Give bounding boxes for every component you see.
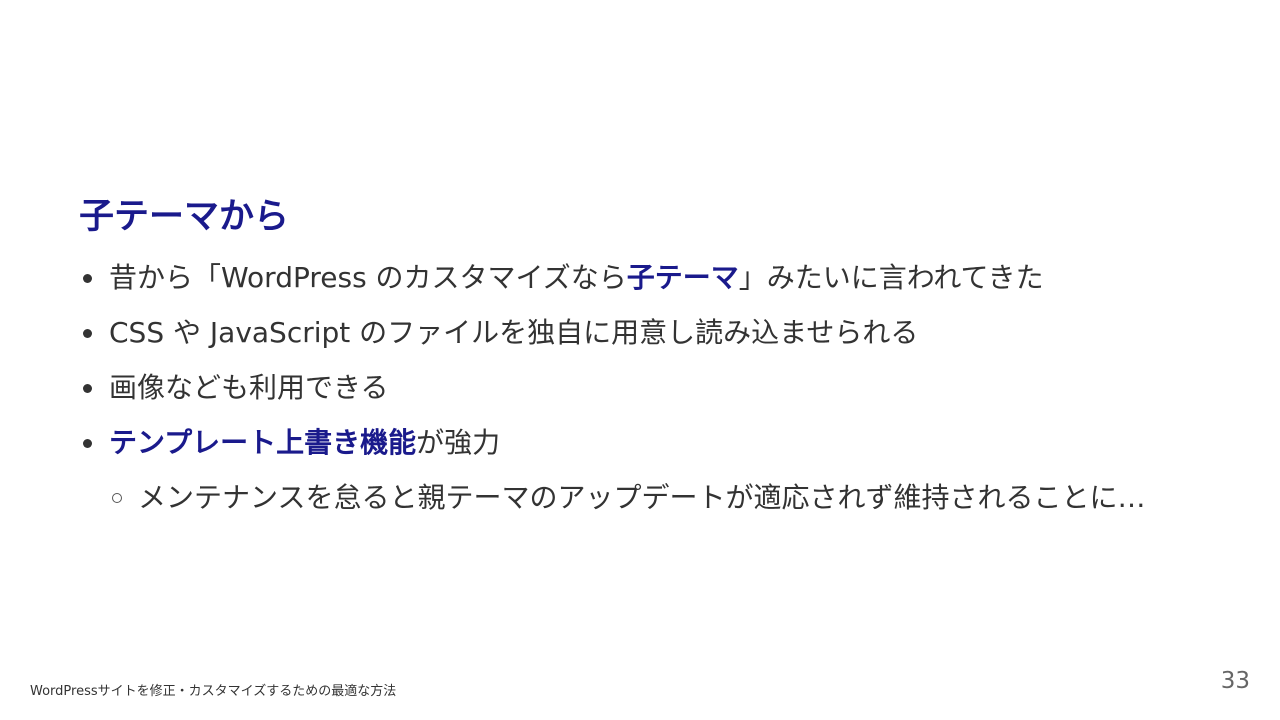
bullet-item-2: CSS や JavaScript のファイルを独自に用意し読み込ませられる [79, 305, 1145, 360]
highlight-text: 子テーマ [626, 261, 739, 294]
bullet-text: 昔から「WordPress のカスタマイズなら [109, 261, 627, 294]
bullet-text: 画像なども利用できる [109, 371, 389, 404]
bullet-text: CSS や JavaScript のファイルを独自に用意し読み込ませられる [109, 316, 919, 349]
bullet-text: 」みたいに言われてきた [738, 261, 1044, 294]
bullet-list: 昔から「WordPress のカスタマイズなら子テーマ」みたいに言われてきた C… [79, 250, 1145, 525]
sub-bullet-icon [112, 493, 122, 503]
bullet-icon [83, 329, 92, 338]
highlight-text: テンプレート上書き機能 [109, 426, 417, 459]
sub-bullet-text: メンテナンスを怠ると親テーマのアップデートが適応されず維持されることに… [138, 481, 1146, 514]
sub-bullet-item-1: メンテナンスを怠ると親テーマのアップデートが適応されず維持されることに… [79, 470, 1145, 525]
slide-heading: 子テーマから [79, 197, 290, 237]
footer-title: WordPressサイトを修正・カスタマイズするための最適な方法 [30, 684, 397, 699]
bullet-item-1: 昔から「WordPress のカスタマイズなら子テーマ」みたいに言われてきた [79, 250, 1145, 305]
bullet-icon [83, 274, 92, 283]
bullet-item-3: 画像なども利用できる [79, 360, 1145, 415]
bullet-icon [83, 384, 92, 393]
page-number: 33 [1220, 668, 1250, 694]
bullet-text: が強力 [416, 426, 501, 459]
bullet-item-4: テンプレート上書き機能が強力 [79, 415, 1145, 470]
slide: 子テーマから 昔から「WordPress のカスタマイズなら子テーマ」みたいに言… [0, 0, 1280, 720]
bullet-icon [83, 439, 92, 448]
